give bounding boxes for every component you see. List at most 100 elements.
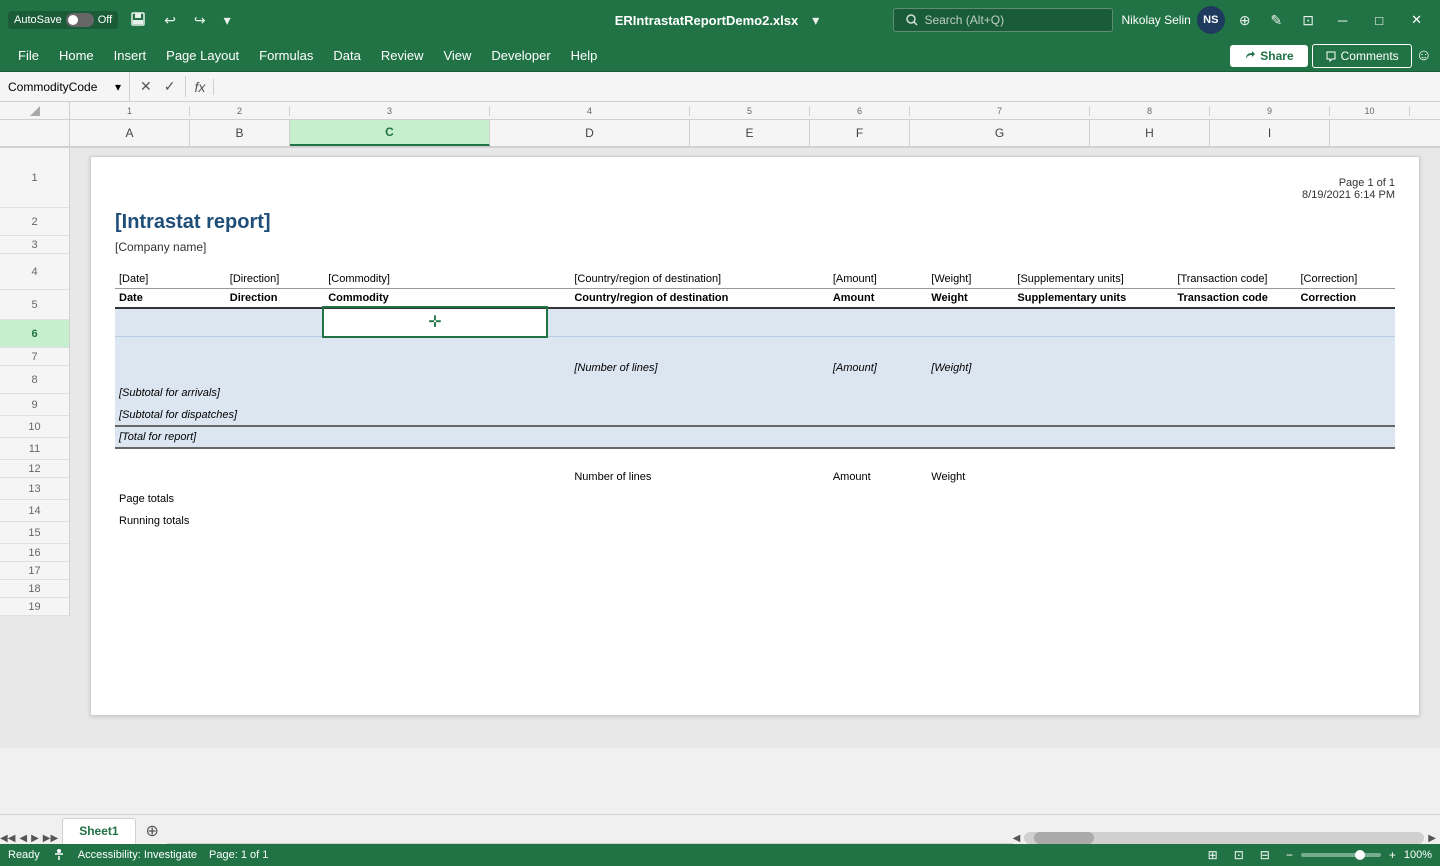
menu-view[interactable]: View: [433, 44, 481, 67]
scroll-next-tab[interactable]: ▶: [31, 833, 39, 844]
data-cell[interactable]: [804, 308, 829, 336]
customize-button[interactable]: ▾: [218, 8, 237, 33]
col-header-I[interactable]: I: [1210, 120, 1330, 146]
share-button[interactable]: Share: [1230, 45, 1307, 67]
autosave-toggle[interactable]: [66, 13, 94, 27]
subtotal-arrivals-row: [Subtotal for arrivals]: [115, 382, 1395, 404]
row-num-13: 13: [0, 478, 69, 500]
zoom-slider[interactable]: [1301, 853, 1381, 857]
add-sheet-button[interactable]: ⊕: [138, 818, 167, 844]
horizontal-scrollbar[interactable]: [1024, 832, 1424, 844]
formula-input[interactable]: [214, 80, 1440, 94]
data-cell[interactable]: [115, 308, 226, 336]
page-totals-label: Page totals: [115, 488, 1395, 510]
col-headers: ABCDEFGHI: [0, 120, 1440, 148]
page-info-line1: Page 1 of 1: [115, 177, 1395, 189]
zoom-level: 100%: [1404, 849, 1432, 861]
separator-row: [115, 448, 1395, 466]
summary-header-cell: [324, 466, 546, 488]
menu-formulas[interactable]: Formulas: [249, 44, 323, 67]
scroll-first-tab[interactable]: ◀◀: [0, 833, 15, 844]
menu-review[interactable]: Review: [371, 44, 434, 67]
normal-view-button[interactable]: ⊞: [1204, 846, 1222, 864]
search-input[interactable]: [924, 13, 1084, 27]
page-break-view-button[interactable]: ⊟: [1256, 846, 1274, 864]
tab-bar: ◀◀ ◀ ▶ ▶▶ Sheet1 ⊕ ◀ ▶: [0, 814, 1440, 844]
help-icon-button[interactable]: ⊕: [1233, 8, 1257, 33]
ruler: 12345678910: [0, 102, 1440, 120]
scroll-right-button[interactable]: ▶: [1428, 833, 1436, 844]
menu-file[interactable]: File: [8, 44, 49, 67]
col-header-H[interactable]: H: [1090, 120, 1210, 146]
menu-help[interactable]: Help: [561, 44, 608, 67]
minimize-button[interactable]: ─: [1328, 0, 1357, 40]
search-box[interactable]: [893, 8, 1113, 32]
save-button[interactable]: [124, 7, 152, 34]
report-header-label: [804, 270, 829, 289]
undo-button[interactable]: ↩: [158, 8, 182, 33]
close-button[interactable]: ✕: [1401, 0, 1432, 40]
data-cell[interactable]: ✛: [324, 308, 546, 336]
name-box-value: CommodityCode: [8, 80, 97, 94]
autosave-label: AutoSave: [14, 14, 62, 26]
menu-data[interactable]: Data: [323, 44, 370, 67]
data-cell[interactable]: [927, 308, 1013, 336]
data-cell[interactable]: [570, 308, 804, 336]
col-header-D[interactable]: D: [490, 120, 690, 146]
fx-label: fx: [186, 79, 214, 95]
data-cell[interactable]: [1173, 308, 1296, 336]
sheet-tab-sheet1[interactable]: Sheet1: [62, 818, 135, 844]
horizontal-scroll-area[interactable]: ◀ ▶: [1013, 832, 1440, 844]
col-header-C[interactable]: C: [290, 120, 490, 146]
menu-page-layout[interactable]: Page Layout: [156, 44, 249, 67]
report-col-header: Supplementary units: [1013, 289, 1173, 309]
zoom-in-button[interactable]: +: [1385, 846, 1400, 864]
report-col-header: Weight: [927, 289, 1013, 309]
scroll-left-button[interactable]: ◀: [1013, 833, 1021, 844]
cancel-formula-button[interactable]: ✕: [136, 76, 156, 97]
col-header-E[interactable]: E: [690, 120, 810, 146]
zoom-out-button[interactable]: −: [1282, 846, 1297, 864]
confirm-formula-button[interactable]: ✓: [160, 76, 180, 97]
data-cell[interactable]: [1013, 308, 1173, 336]
name-box[interactable]: CommodityCode ▾: [0, 72, 130, 101]
search-icon: [906, 14, 918, 26]
col-header-B[interactable]: B: [190, 120, 290, 146]
comments-button[interactable]: Comments: [1312, 44, 1412, 68]
scroll-prev-tab[interactable]: ◀: [19, 833, 27, 844]
accessibility-label[interactable]: Accessibility: Investigate: [78, 849, 197, 861]
col-header-G[interactable]: G: [910, 120, 1090, 146]
fullscreen-button[interactable]: ⊡: [1296, 8, 1320, 33]
autosave-badge[interactable]: AutoSave Off: [8, 11, 118, 29]
placeholder-cell: [1013, 354, 1173, 382]
menu-insert[interactable]: Insert: [104, 44, 157, 67]
scroll-last-tab[interactable]: ▶▶: [43, 833, 58, 844]
col-header-F[interactable]: F: [810, 120, 910, 146]
data-cell[interactable]: [829, 308, 927, 336]
placeholder-cell: [Weight]: [927, 354, 1013, 382]
maximize-button[interactable]: □: [1365, 0, 1393, 40]
scrollable-sheet[interactable]: 12345678910 ABCDEFGHI 123456789101112131…: [0, 102, 1440, 814]
page-layout-view-button[interactable]: ⊡: [1230, 846, 1248, 864]
sheet-body: 12345678910111213141516171819Page 1 of 1…: [0, 148, 1440, 748]
col-header-A[interactable]: A: [70, 120, 190, 146]
data-cell[interactable]: [546, 308, 571, 336]
emoji-button[interactable]: ☺: [1416, 47, 1432, 65]
data-cell[interactable]: [226, 308, 324, 336]
filename-dropdown[interactable]: ▾: [806, 8, 825, 33]
menu-home[interactable]: Home: [49, 44, 104, 67]
menu-developer[interactable]: Developer: [481, 44, 560, 67]
placeholder-cell: [546, 354, 571, 382]
pen-icon-button[interactable]: ✎: [1265, 8, 1289, 33]
ruler-num-6: 6: [810, 106, 910, 116]
redo-button[interactable]: ↪: [188, 8, 212, 33]
scroll-thumb[interactable]: [1034, 832, 1094, 844]
data-cell[interactable]: [1296, 308, 1395, 336]
sheet-scroll-area: ◀◀ ◀ ▶ ▶▶: [0, 833, 62, 844]
placeholder-cell: [1296, 354, 1395, 382]
ruler-corner: [0, 102, 70, 119]
subtotal-arrivals-label: [Subtotal for arrivals]: [115, 382, 1395, 404]
subtotal-dispatches-row: [Subtotal for dispatches]: [115, 404, 1395, 426]
name-box-dropdown[interactable]: ▾: [115, 80, 121, 94]
row-num-14: 14: [0, 500, 69, 522]
